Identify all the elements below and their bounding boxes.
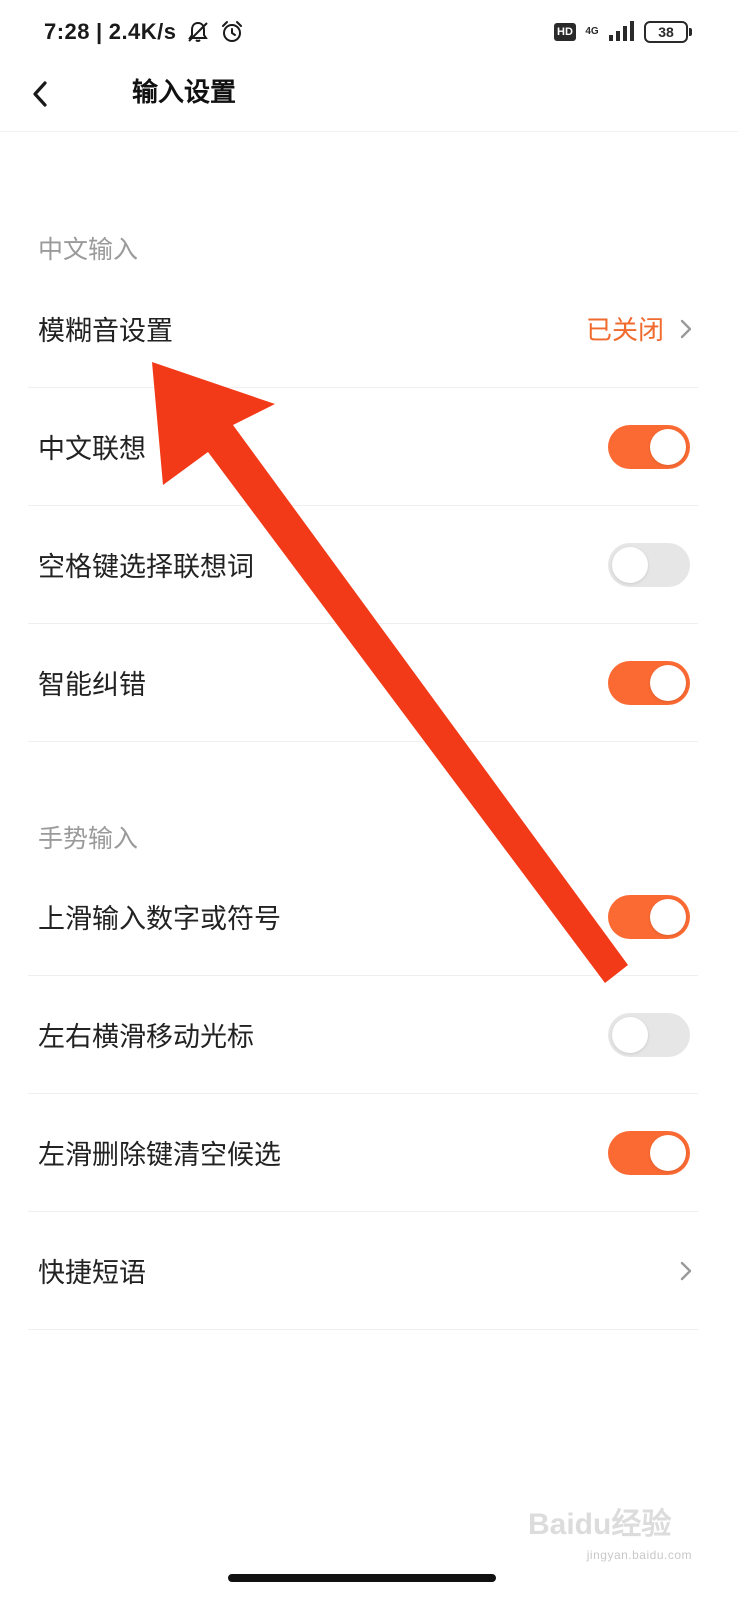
- setting-row-autocorrect: 智能纠错: [28, 624, 698, 742]
- toggle-swipe-delete[interactable]: [608, 1130, 690, 1175]
- baidu-jingyan-watermark: Baidu经验: [528, 1507, 671, 1541]
- signal-icon: [608, 19, 636, 45]
- status-left: 7:28 | 2.4K/s: [44, 16, 245, 48]
- toggle-space-select[interactable]: [608, 542, 690, 587]
- bell-muted-icon: [185, 19, 211, 45]
- toggle-knob: [650, 1134, 686, 1171]
- back-button[interactable]: [20, 74, 60, 114]
- setting-row-fuzzy-pinyin[interactable]: 模糊音设置 已关闭: [28, 270, 698, 388]
- toggle-swipe-cursor[interactable]: [608, 1012, 690, 1057]
- hd-badge: HD: [554, 23, 576, 41]
- status-right: HD 4G 38: [554, 18, 692, 46]
- battery-indicator: 38: [644, 21, 692, 43]
- toggle-knob: [612, 1016, 648, 1053]
- status-bar: 7:28 | 2.4K/s HD 4G 38: [0, 0, 738, 64]
- setting-label: 模糊音设置: [38, 316, 173, 347]
- setting-label: 智能纠错: [38, 670, 146, 701]
- section-title-chinese-input: 中文输入: [38, 235, 139, 264]
- setting-row-quick-phrases[interactable]: 快捷短语: [28, 1212, 698, 1330]
- toggle-swipe-up[interactable]: [608, 894, 690, 939]
- setting-value: 已关闭: [585, 316, 664, 346]
- setting-label: 上滑输入数字或符号: [38, 904, 281, 935]
- setting-row-swipe-up: 上滑输入数字或符号: [28, 858, 698, 976]
- toggle-knob: [650, 898, 686, 935]
- status-separator: |: [96, 19, 103, 44]
- setting-label: 左滑删除键清空候选: [38, 1140, 281, 1171]
- toggle-autocorrect[interactable]: [608, 660, 690, 705]
- watermark-url: jingyan.baidu.com: [586, 1548, 692, 1562]
- watermark-logo: Baidu经验: [528, 1507, 671, 1541]
- status-time: 7:28: [44, 19, 91, 44]
- toggle-knob: [650, 664, 686, 701]
- app-header: 输入设置: [0, 64, 738, 132]
- setting-label: 空格键选择联想词: [38, 552, 254, 583]
- toggle-knob: [650, 428, 686, 465]
- setting-label: 中文联想: [38, 434, 146, 465]
- setting-label: 左右横滑移动光标: [38, 1022, 254, 1053]
- alarm-clock-icon: [219, 19, 245, 45]
- setting-row-space-select: 空格键选择联想词: [28, 506, 698, 624]
- status-net-speed: 2.4K/s: [108, 19, 177, 44]
- setting-row-chinese-association: 中文联想: [28, 388, 698, 506]
- toggle-chinese-association[interactable]: [608, 424, 690, 469]
- setting-row-swipe-cursor: 左右横滑移动光标: [28, 976, 698, 1094]
- toggle-knob: [612, 546, 648, 583]
- home-indicator[interactable]: [228, 1574, 496, 1582]
- page-title: 输入设置: [132, 78, 237, 108]
- chevron-right-icon: [680, 319, 692, 338]
- setting-label: 快捷短语: [38, 1258, 146, 1289]
- section-title-gesture-input: 手势输入: [38, 824, 139, 853]
- chevron-left-icon: [33, 81, 47, 107]
- network-type: 4G: [585, 26, 599, 37]
- chevron-right-icon: [680, 1261, 692, 1280]
- setting-row-swipe-delete: 左滑删除键清空候选: [28, 1094, 698, 1212]
